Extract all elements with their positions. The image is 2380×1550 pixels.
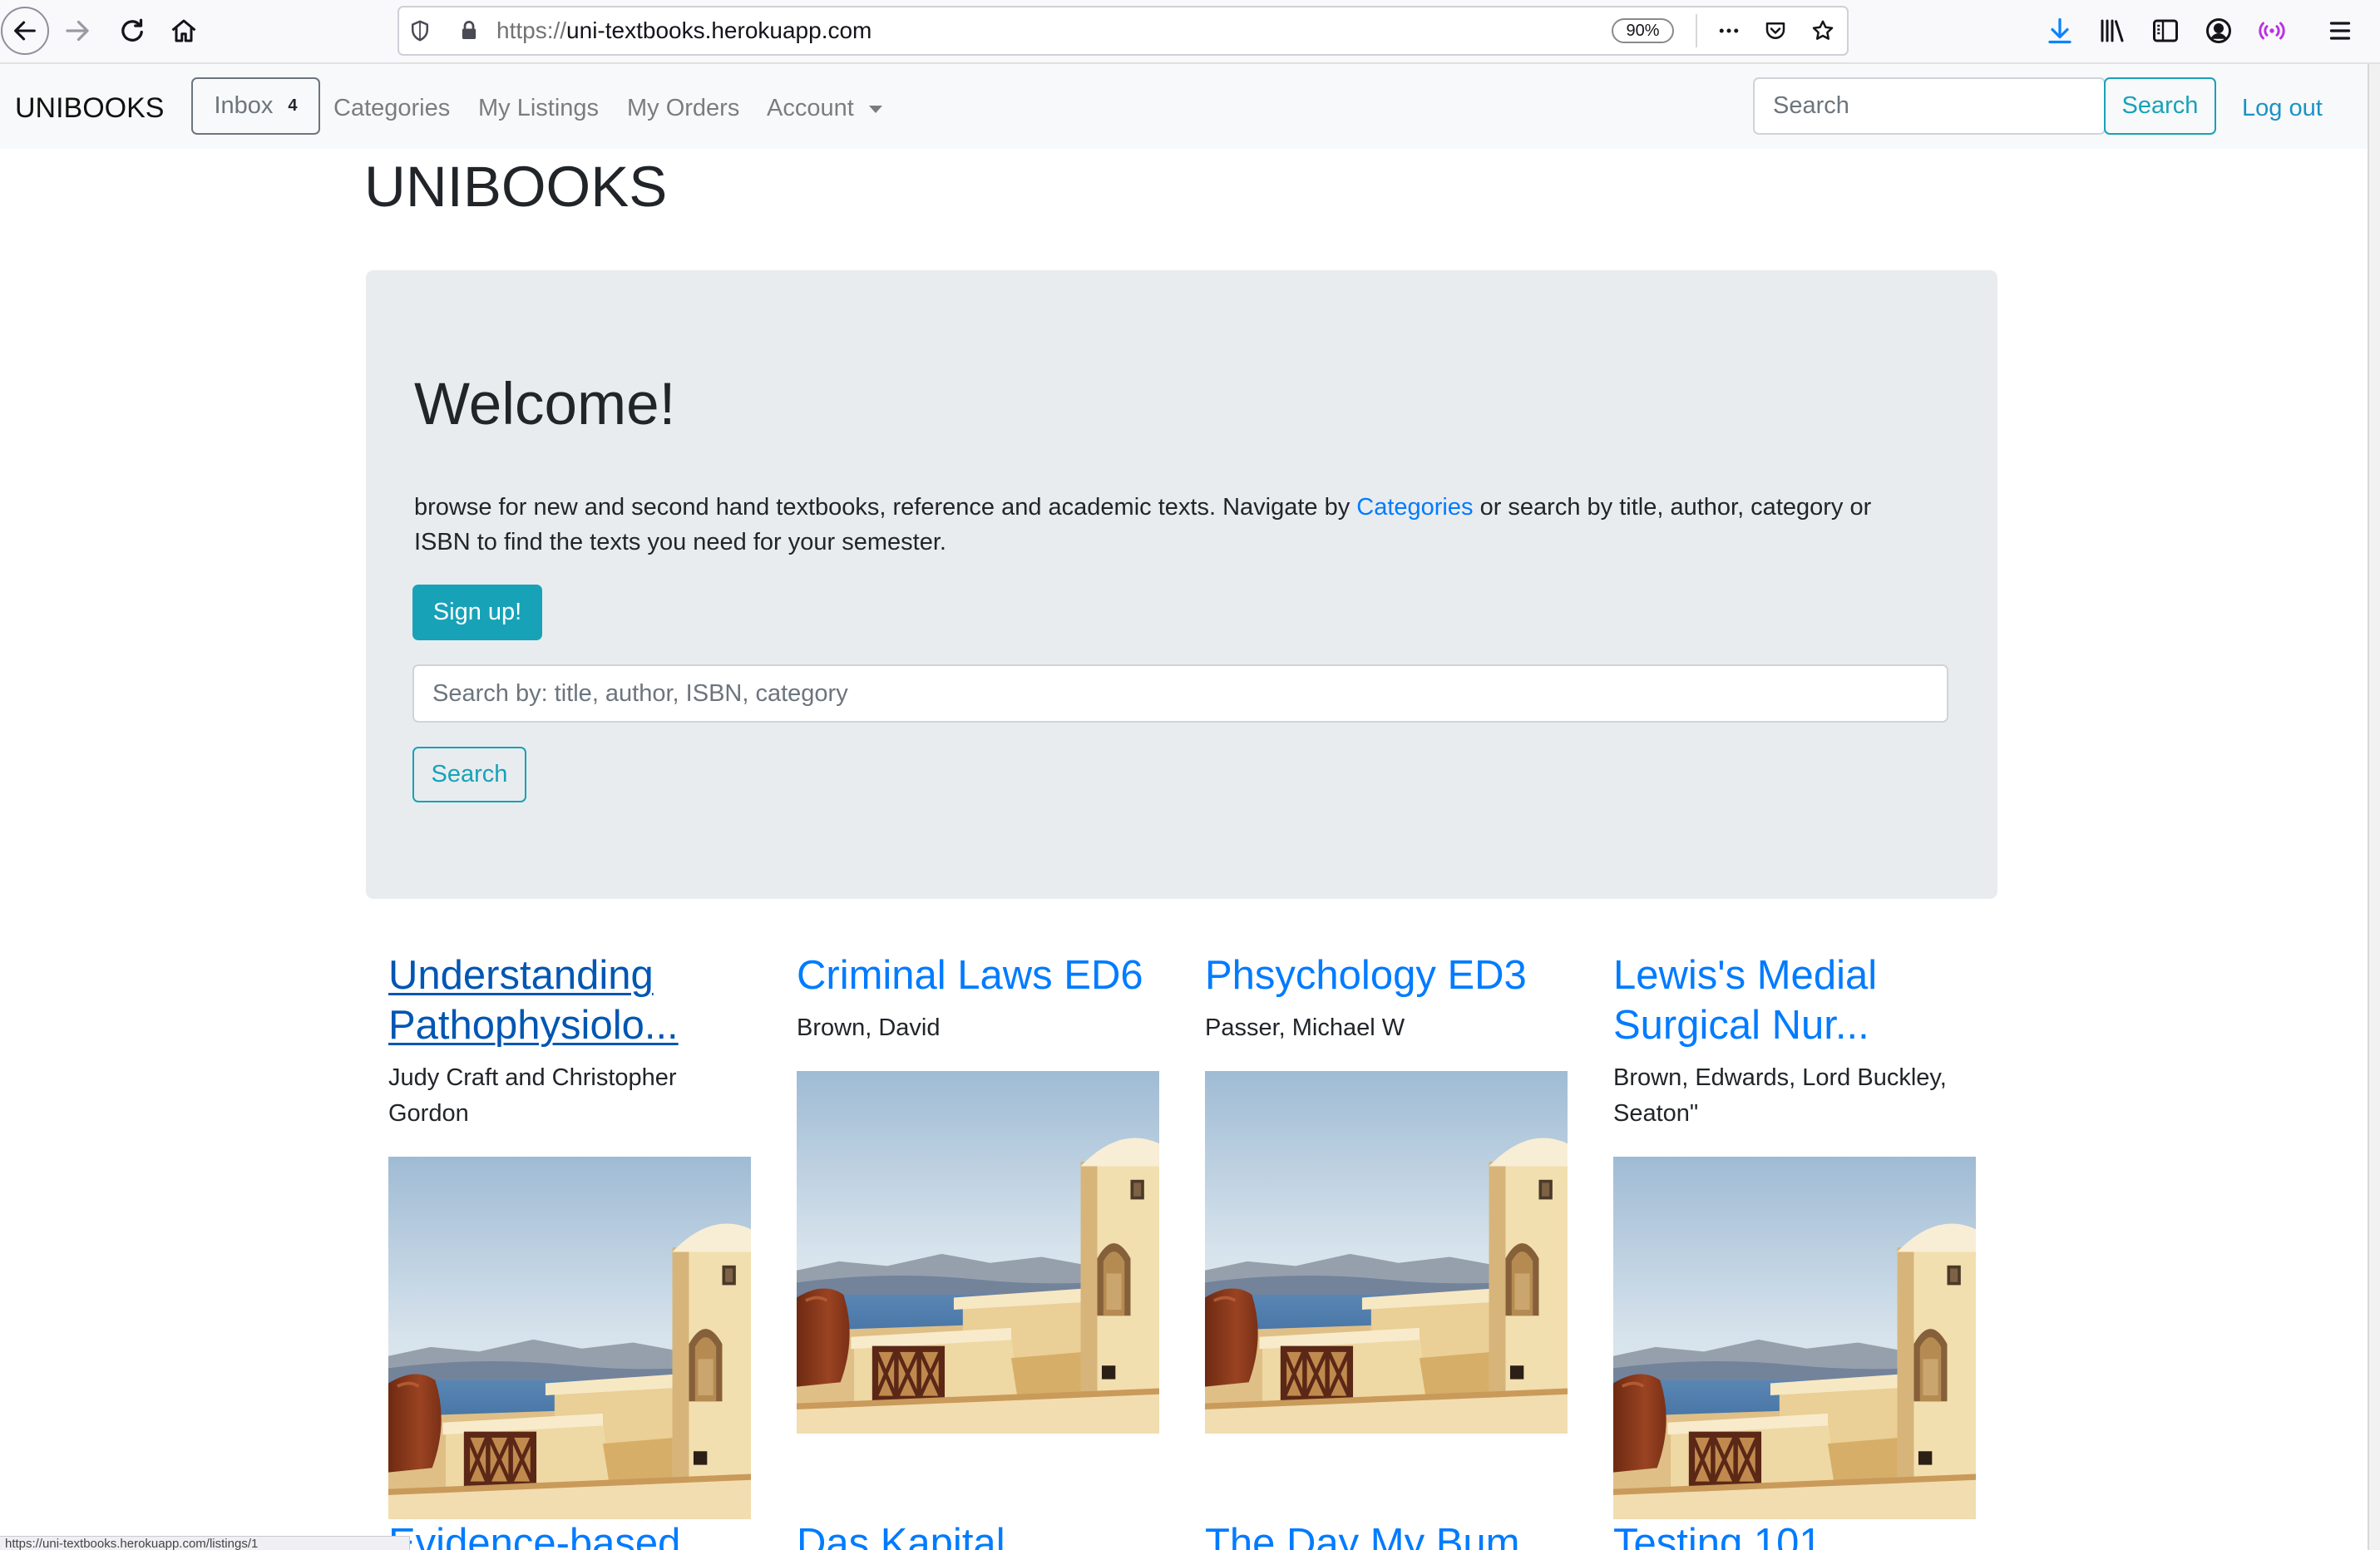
pocket-icon <box>1765 22 1785 39</box>
listing-title[interactable]: Lewis's Medial Surgical Nur... <box>1613 950 1976 1050</box>
sidebar-icon <box>2153 19 2178 42</box>
listing-image <box>1613 1157 1976 1519</box>
forward-button[interactable] <box>61 14 94 47</box>
welcome-text-part: or search by title, author, category or <box>1473 494 1872 521</box>
more-icon <box>1719 28 1739 33</box>
nav-dropdown-account[interactable]: Account <box>767 91 854 126</box>
listing-card: Criminal Laws ED6 Brown, David <box>797 950 1159 1434</box>
listing-image <box>1205 1071 1568 1434</box>
listing-card: Phsychology ED3 Passer, Michael W <box>1205 950 1568 1434</box>
address-bar-separator <box>1696 14 1697 47</box>
navbar-search-button[interactable]: Search <box>2104 77 2216 135</box>
home-icon <box>171 19 196 42</box>
pocket-button[interactable] <box>1760 16 1790 46</box>
address-bar[interactable]: https://uni-textbooks.herokuapp.com 90% <box>397 6 1849 56</box>
download-icon <box>2048 17 2071 44</box>
shield-icon <box>412 20 428 42</box>
listing-author: Passer, Michael W <box>1205 1014 1405 1041</box>
reload-icon <box>121 18 143 42</box>
nav-link-my-orders[interactable]: My Orders <box>627 91 739 126</box>
site-navbar: UNIBOOKS Inbox 4 Categories My Listings … <box>0 64 2368 149</box>
listing-title[interactable]: Testing 101 <box>1613 1521 1976 1550</box>
bookmark-star-icon <box>1812 20 1834 40</box>
hero-search-button[interactable]: Search <box>412 747 526 802</box>
home-button[interactable] <box>167 14 200 47</box>
listing-title[interactable]: The Day My Bum <box>1205 1521 1568 1550</box>
hero-search-input[interactable] <box>412 664 1948 723</box>
extension-button[interactable] <box>2255 14 2289 47</box>
app-menu-button[interactable] <box>2323 14 2357 47</box>
library-button[interactable] <box>2096 14 2129 47</box>
listing-title[interactable]: Criminal Laws ED6 <box>797 950 1159 1000</box>
inbox-button[interactable]: Inbox 4 <box>191 77 320 135</box>
url-text[interactable]: https://uni-textbooks.herokuapp.com <box>496 7 872 54</box>
menu-icon <box>2329 22 2351 40</box>
extension-icon <box>2259 22 2285 40</box>
listing-card: Understanding Pathophysiolo... Judy Craf… <box>388 950 751 1519</box>
lock-icon <box>462 21 476 39</box>
bookmark-button[interactable] <box>1808 16 1838 46</box>
back-arrow-icon <box>14 21 36 41</box>
categories-link[interactable]: Categories <box>1356 494 1473 521</box>
account-button[interactable] <box>2202 14 2235 47</box>
listing-author: Judy Craft and Christopher Gordon <box>388 1064 677 1127</box>
account-icon <box>2206 18 2231 43</box>
back-button[interactable] <box>1 7 49 55</box>
welcome-heading: Welcome! <box>414 372 676 437</box>
welcome-text: browse for new and second hand textbooks… <box>414 490 1948 560</box>
sidebar-button[interactable] <box>2149 14 2182 47</box>
navbar-brand[interactable]: UNIBOOKS <box>15 87 164 129</box>
inbox-count-badge: 4 <box>288 96 298 115</box>
welcome-jumbotron: Welcome! browse for new and second hand … <box>366 270 1997 899</box>
welcome-text-part: ISBN to find the texts you need for your… <box>414 529 946 555</box>
zoom-level-indicator[interactable]: 90% <box>1612 18 1674 43</box>
listing-author: Brown, David <box>797 1014 941 1041</box>
nav-link-my-listings[interactable]: My Listings <box>478 91 599 126</box>
downloads-button[interactable] <box>2043 14 2076 47</box>
library-icon <box>2101 19 2124 42</box>
listing-image <box>388 1157 751 1519</box>
forward-arrow-icon <box>66 20 89 42</box>
nav-link-categories[interactable]: Categories <box>333 91 450 126</box>
signup-button[interactable]: Sign up! <box>412 585 542 640</box>
caret-down-icon <box>869 106 882 113</box>
listing-author: Brown, Edwards, Lord Buckley, Seaton" <box>1613 1064 1947 1127</box>
welcome-text-part: browse for new and second hand textbooks… <box>414 494 1357 521</box>
inbox-label: Inbox <box>214 92 274 119</box>
link-status-bar: https://uni-textbooks.herokuapp.com/list… <box>0 1536 410 1550</box>
page-actions-button[interactable] <box>1714 16 1744 46</box>
listing-title[interactable]: Phsychology ED3 <box>1205 950 1568 1000</box>
page-scrollbar[interactable] <box>2368 64 2380 1550</box>
page-title: UNIBOOKS <box>364 155 668 219</box>
site-info-button[interactable] <box>454 16 484 46</box>
browser-toolbar: https://uni-textbooks.herokuapp.com 90% <box>0 0 2380 64</box>
reload-button[interactable] <box>116 14 149 47</box>
listing-title[interactable]: Evidence-based <box>388 1521 751 1550</box>
tracking-protection-button[interactable] <box>405 16 435 46</box>
listing-title[interactable]: Das Kapital <box>797 1521 1159 1550</box>
listing-image <box>797 1071 1159 1434</box>
logout-link[interactable]: Log out <box>2242 91 2323 126</box>
url-host: uni-textbooks.herokuapp.com <box>566 17 872 43</box>
navbar-search-input[interactable] <box>1753 77 2106 135</box>
listing-title[interactable]: Understanding Pathophysiolo... <box>388 950 751 1050</box>
url-scheme: https:// <box>496 17 567 43</box>
listing-card: Lewis's Medial Surgical Nur... Brown, Ed… <box>1613 950 1976 1519</box>
